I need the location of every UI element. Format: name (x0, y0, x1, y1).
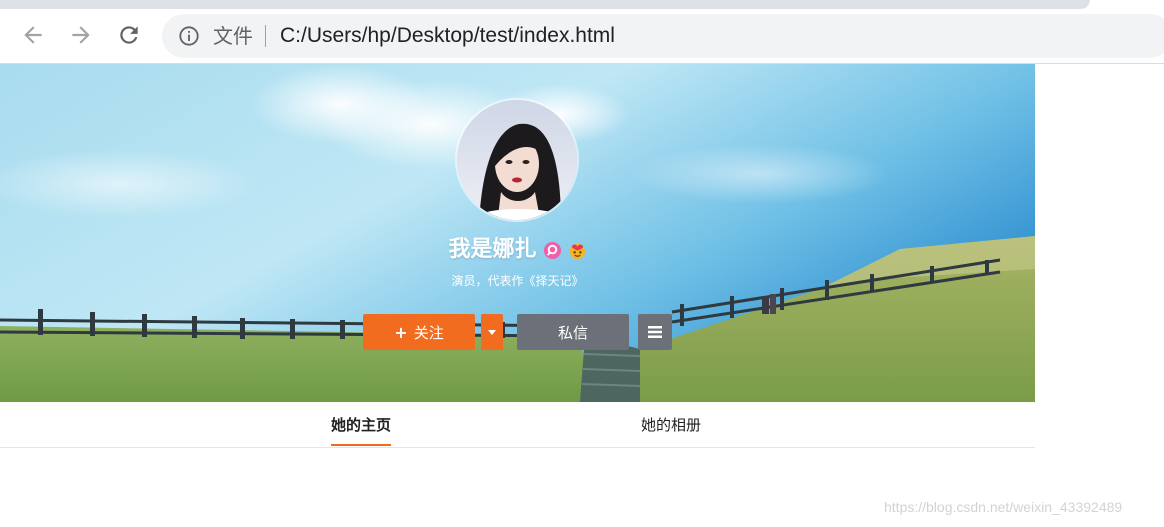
profile-tabs: 她的主页 她的相册 (0, 402, 1035, 448)
profile-banner: 我是娜扎 演员，代表作《择天记》 + 关注 私信 (0, 64, 1035, 402)
forward-arrow-icon (72, 26, 90, 44)
avatar[interactable] (455, 98, 579, 222)
follow-button[interactable]: + 关注 (363, 314, 475, 350)
more-menu-button[interactable] (638, 314, 672, 350)
address-bar[interactable]: 文件 C:/Users/hp/Desktop/test/index.html (162, 14, 1164, 58)
message-button[interactable]: 私信 (517, 314, 629, 350)
profile-description: 演员，代表作《择天记》 (451, 274, 584, 288)
scheme-label: 文件 (213, 24, 253, 48)
tab-her-homepage[interactable]: 她的主页 (331, 414, 392, 446)
reload-button[interactable] (114, 20, 144, 50)
search-badge-icon[interactable] (543, 241, 562, 260)
avatar-image (457, 100, 577, 220)
follow-dropdown-button[interactable] (481, 314, 503, 350)
tab-strip (0, 0, 1090, 9)
omnibox-separator (265, 25, 266, 47)
back-arrow-icon (24, 26, 42, 44)
dropdown-caret-icon (488, 329, 496, 335)
message-button-label: 私信 (557, 323, 588, 342)
info-icon[interactable] (178, 25, 200, 47)
plus-icon: + (394, 322, 408, 342)
url-text[interactable]: C:/Users/hp/Desktop/test/index.html (280, 23, 615, 49)
profile-name-row: 我是娜扎 (0, 234, 1035, 266)
back-button[interactable] (18, 20, 48, 50)
profile-name: 我是娜扎 (448, 237, 537, 262)
watermark: https://blog.csdn.net/weixin_43392489 (884, 499, 1123, 515)
forward-button[interactable] (66, 20, 96, 50)
emoji-badge-icon[interactable] (568, 241, 587, 260)
hamburger-menu-icon (648, 326, 662, 338)
follow-button-label: 关注 (413, 323, 444, 342)
browser-toolbar: 文件 C:/Users/hp/Desktop/test/index.html (0, 0, 1164, 64)
reload-icon (120, 26, 138, 44)
tab-her-album[interactable]: 她的相册 (641, 414, 701, 436)
